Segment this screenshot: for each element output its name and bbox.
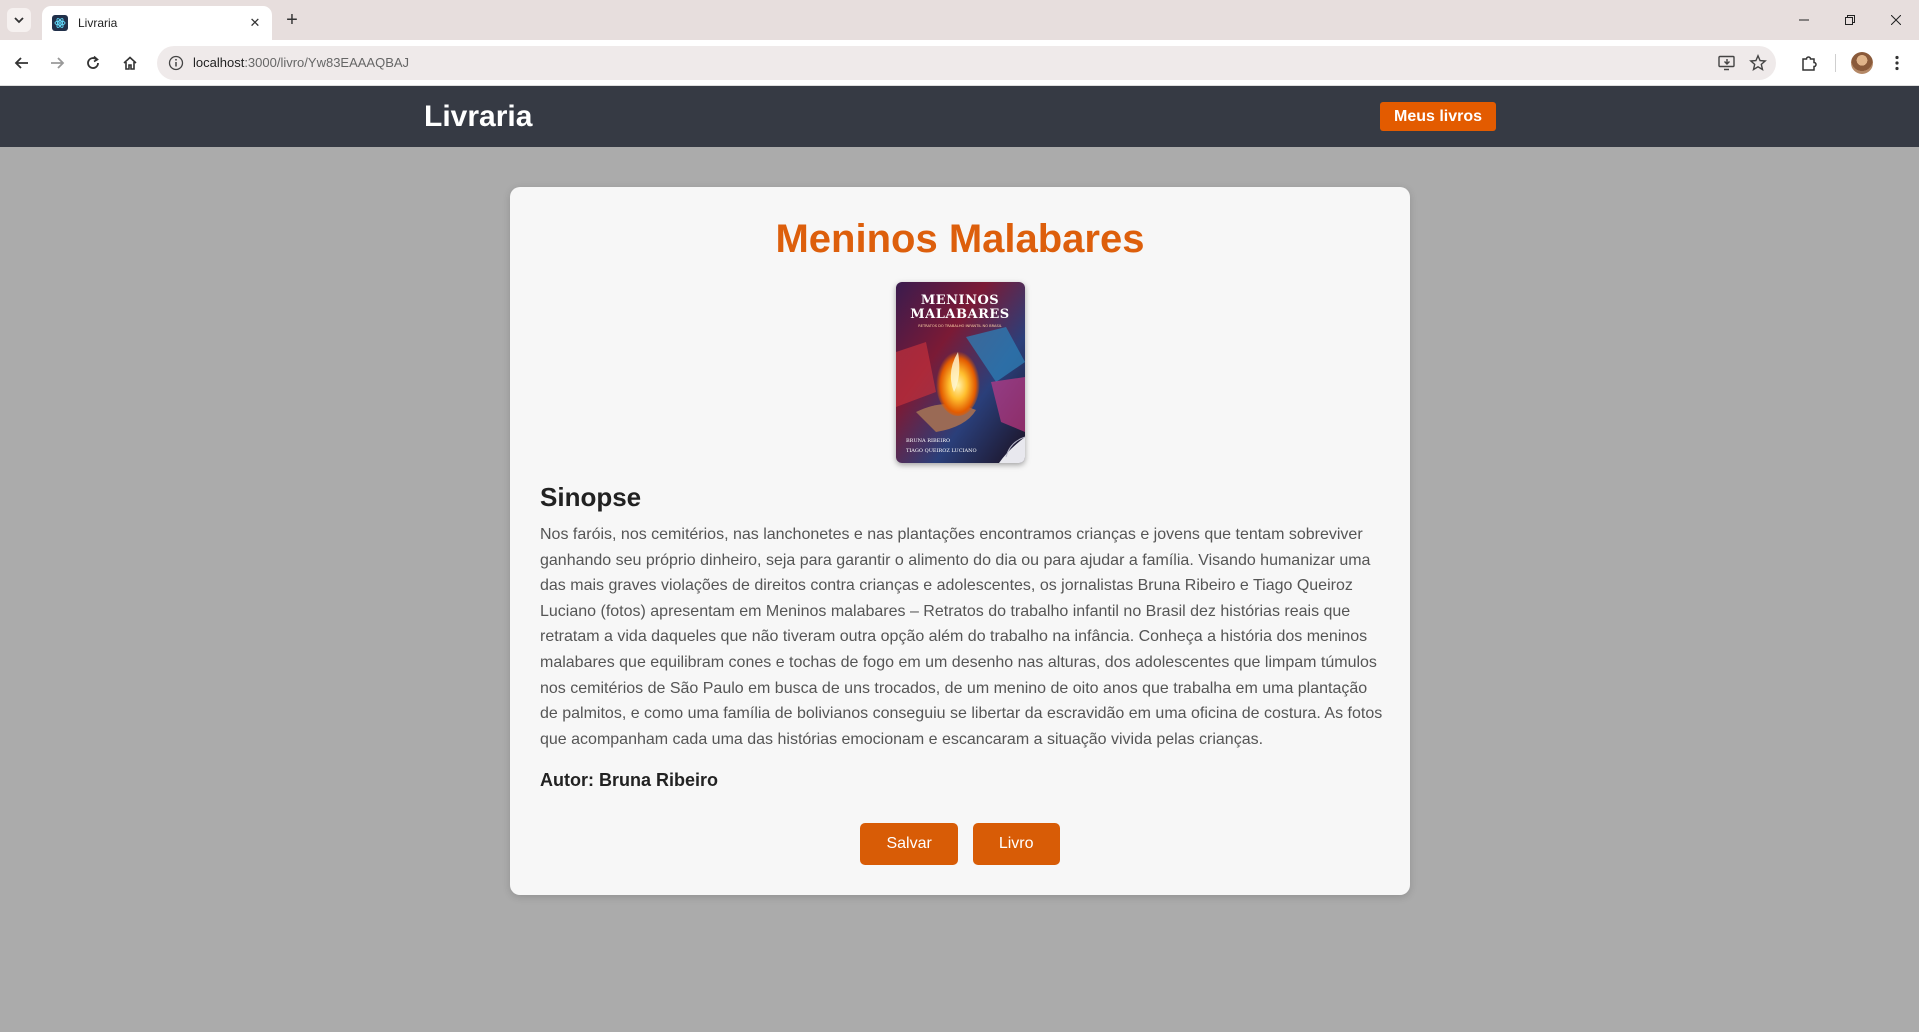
install-app-icon[interactable] [1718,55,1736,76]
reload-icon[interactable] [79,49,107,77]
close-window-icon[interactable] [1873,0,1919,40]
url-path: :3000/livro/Yw83EAAAQBAJ [244,55,410,70]
forward-arrow-icon[interactable] [43,49,71,77]
site-header: Livraria Meus livros [0,86,1919,147]
minimize-icon[interactable] [1781,0,1827,40]
livro-button[interactable]: Livro [972,823,1060,865]
book-title: Meninos Malabares [775,217,1145,261]
tab-close-icon[interactable]: ✕ [246,14,264,32]
book-cover-image: MENINOS MALABARES RETRATOS DO TRABALHO I… [896,282,1025,463]
sinopse-heading: Sinopse [540,482,642,512]
book-detail-card: Meninos Malabares MENINOS MALABARES RETR… [510,187,1410,895]
url-text: localhost:3000/livro/Yw83EAAAQBAJ [193,55,409,70]
extensions-puzzle-icon[interactable] [1795,49,1823,77]
cover-subtitle: RETRATOS DO TRABALHO INFANTIL NO BRASIL [918,324,1002,328]
cover-title-line2: MALABARES [910,307,1009,322]
browser-tab[interactable]: Livraria ✕ [42,6,272,40]
tab-title: Livraria [78,16,118,30]
author-label: Autor: [540,770,594,790]
cover-title-line1: MENINOS [921,293,999,308]
react-favicon-icon [52,15,68,31]
bookmark-star-icon[interactable] [1749,54,1767,77]
salvar-button[interactable]: Salvar [860,823,958,865]
browser-tabstrip: Livraria ✕ + [0,0,1919,40]
author-line: Autor: Bruna Ribeiro [540,770,718,791]
url-host: localhost [193,55,245,70]
toolbar-separator [1835,54,1836,72]
author-name: Bruna Ribeiro [598,770,718,790]
cover-author-2: TIAGO QUEIROZ LUCIANO [906,448,977,454]
brand-logo-text[interactable]: Livraria [424,100,532,134]
back-arrow-icon[interactable] [8,49,36,77]
meus-livros-button[interactable]: Meus livros [1380,102,1497,131]
restore-icon[interactable] [1827,0,1873,40]
address-bar[interactable]: localhost:3000/livro/Yw83EAAAQBAJ [157,46,1776,80]
home-icon[interactable] [116,49,144,77]
action-buttons: Salvar Livro [510,823,1410,865]
cover-author-1: BRUNA RIBEIRO [906,438,950,444]
browser-menu-kebab-icon[interactable] [1883,49,1911,77]
new-tab-plus-icon[interactable]: + [280,8,304,32]
site-info-icon[interactable] [168,55,184,76]
tab-search-chevron-icon[interactable] [7,8,31,32]
sinopse-text: Nos faróis, nos cemitérios, nas lanchone… [540,526,1383,748]
browser-toolbar: localhost:3000/livro/Yw83EAAAQBAJ [0,40,1919,86]
profile-avatar[interactable] [1851,52,1873,74]
